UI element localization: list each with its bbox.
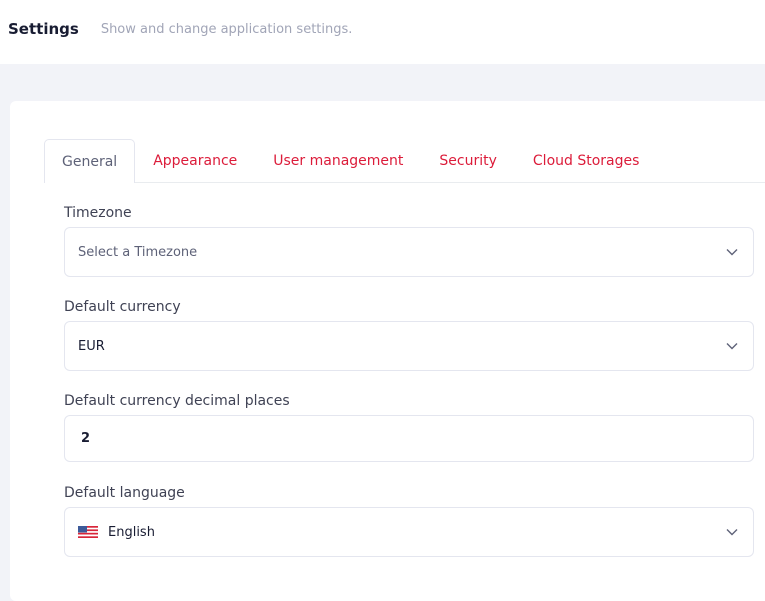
page-subtitle: Show and change application settings. [100,21,353,37]
tab-label: General [62,153,118,170]
tab-general[interactable]: General [44,139,136,183]
language-field: Default language English [64,483,754,557]
timezone-label: Timezone [64,205,132,221]
tab-user-management[interactable]: User management [255,139,421,182]
timezone-field: Timezone Select a Timezone [64,203,754,277]
timezone-placeholder: Select a Timezone [78,244,198,260]
chevron-down-icon [725,339,739,353]
language-value: English [108,524,155,540]
tab-appearance[interactable]: Appearance [135,139,255,182]
tab-label: Appearance [153,153,238,169]
currency-label: Default currency [64,299,181,315]
tab-cloud-storages[interactable]: Cloud Storages [515,139,658,182]
chevron-down-icon [725,525,739,539]
page-header: Settings Show and change application set… [0,0,765,64]
timezone-select[interactable]: Select a Timezone [64,227,754,277]
settings-tabs: General Appearance User management Secur… [44,138,765,183]
currency-field: Default currency EUR [64,297,754,371]
tab-label: Security [439,153,497,169]
currency-select[interactable]: EUR [64,321,754,371]
page-title: Settings [8,20,79,38]
currency-value: EUR [78,338,105,354]
language-label: Default language [64,485,185,501]
decimals-value: 2 [81,431,91,446]
decimals-label: Default currency decimal places [64,393,290,409]
chevron-down-icon [725,245,739,259]
settings-card: General Appearance User management Secur… [10,101,765,601]
tab-label: User management [273,153,404,169]
language-select[interactable]: English [64,507,754,557]
decimals-field: Default currency decimal places 2 [64,391,754,462]
tab-label: Cloud Storages [532,153,640,169]
us-flag-icon [78,526,98,538]
decimals-input[interactable]: 2 [64,415,754,462]
tab-security[interactable]: Security [421,139,515,182]
